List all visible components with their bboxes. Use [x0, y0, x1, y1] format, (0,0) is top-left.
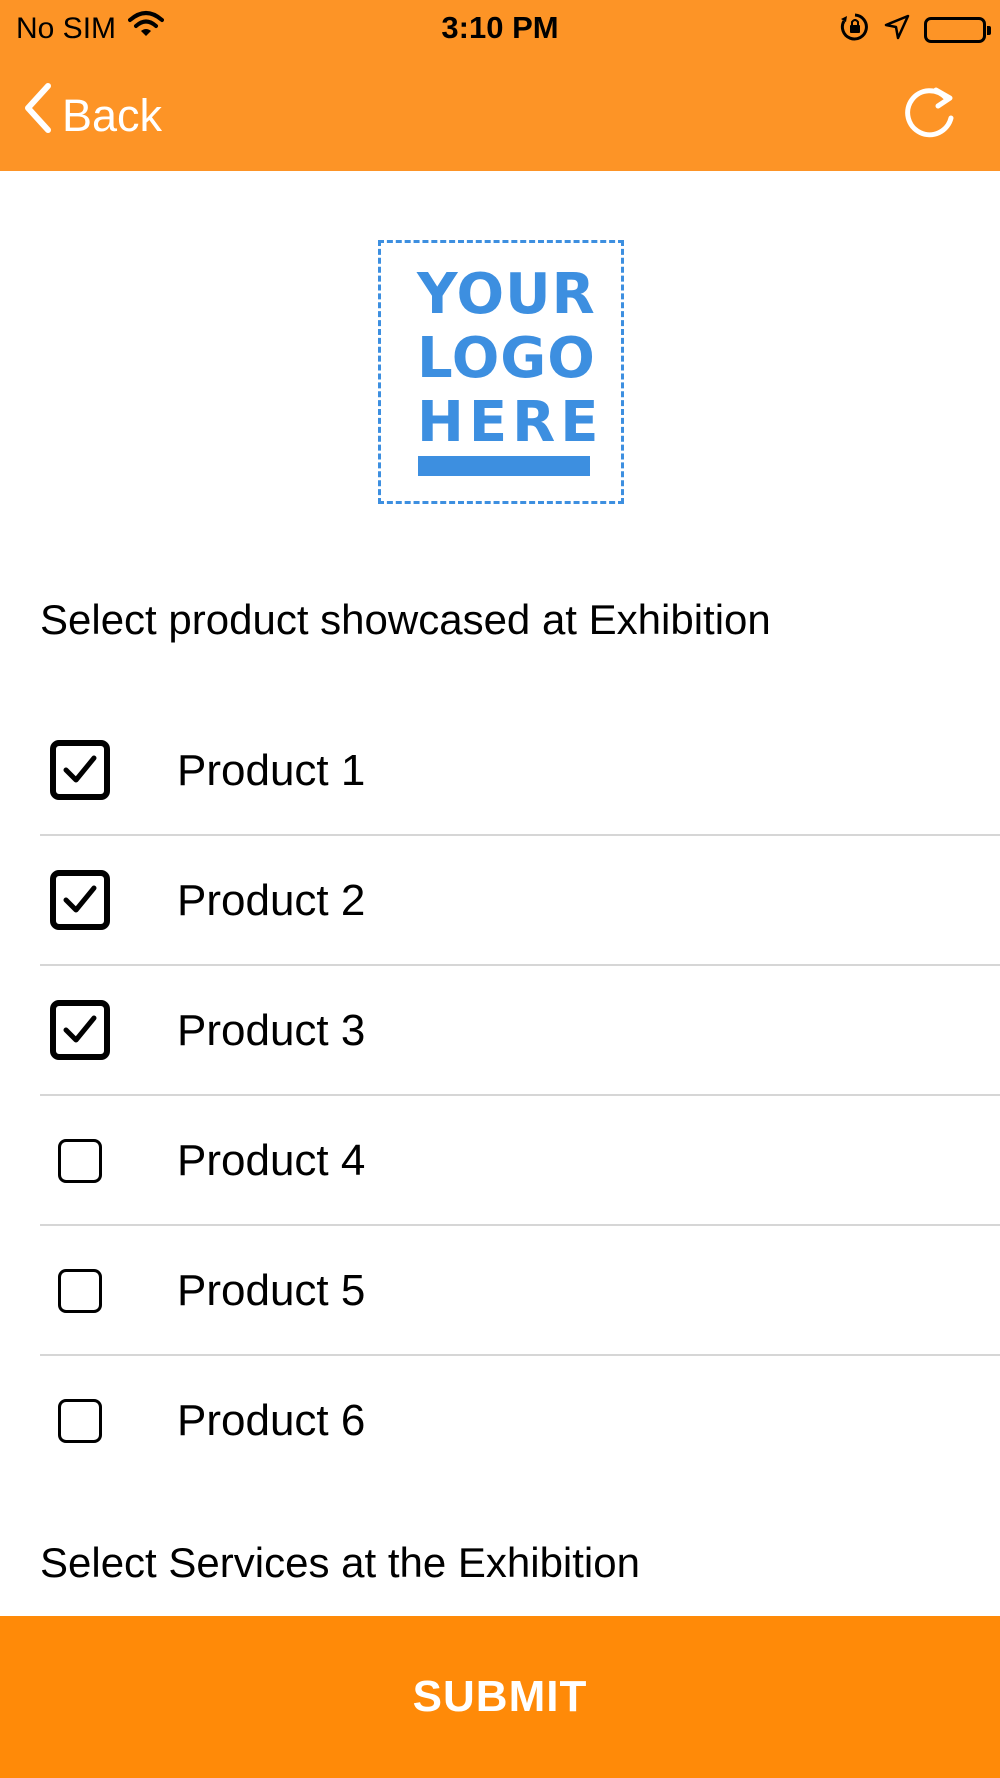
chevron-left-icon: [22, 82, 52, 149]
product-label: Product 1: [177, 746, 366, 795]
product-label: Product 5: [177, 1266, 366, 1315]
products-section-title: Select product showcased at Exhibition: [40, 596, 771, 643]
screen: No SIM 3:10 PM Back YOUR LOGO HERE Selec…: [0, 0, 1000, 1778]
product-row[interactable]: Product 3: [0, 966, 1000, 1096]
checkbox-checked[interactable]: [50, 870, 110, 930]
checkbox-unchecked[interactable]: [58, 1139, 102, 1183]
checkbox-unchecked[interactable]: [58, 1399, 102, 1443]
product-label: Product 3: [177, 1006, 366, 1055]
checkbox-checked[interactable]: [50, 1000, 110, 1060]
product-row[interactable]: Product 1: [0, 706, 1000, 836]
checkmark-icon: [63, 755, 97, 783]
company-logo: YOUR LOGO HERE: [378, 240, 624, 504]
product-label: Product 2: [177, 876, 366, 925]
logo-underline: [418, 456, 590, 476]
navigation-bar: Back: [0, 56, 1000, 171]
product-row[interactable]: Product 5: [0, 1226, 1000, 1356]
product-label: Product 6: [177, 1396, 366, 1445]
product-row[interactable]: Product 6: [0, 1356, 1000, 1486]
product-row[interactable]: Product 2: [0, 836, 1000, 966]
product-list: Product 1 Product 2 Product 3 Product 4 …: [0, 706, 1000, 1486]
product-label: Product 4: [177, 1136, 366, 1185]
checkbox-checked[interactable]: [50, 740, 110, 800]
checkmark-icon: [63, 1015, 97, 1043]
logo-line: LOGO: [417, 326, 596, 391]
status-bar: No SIM 3:10 PM: [0, 0, 1000, 56]
checkbox-unchecked[interactable]: [58, 1269, 102, 1313]
checkmark-icon: [63, 885, 97, 913]
location-arrow-icon: [884, 14, 910, 45]
logo-line: HERE: [417, 390, 604, 455]
refresh-button[interactable]: [900, 80, 960, 140]
status-icons: [840, 12, 991, 47]
orientation-lock-icon: [840, 12, 870, 47]
submit-button[interactable]: SUBMIT: [0, 1616, 1000, 1778]
battery-icon: [924, 16, 991, 43]
back-label: Back: [62, 89, 163, 141]
header: No SIM 3:10 PM Back: [0, 0, 1000, 171]
services-section-title: Select Services at the Exhibition: [40, 1539, 640, 1586]
logo-text: YOUR LOGO HERE: [417, 262, 604, 455]
product-row[interactable]: Product 4: [0, 1096, 1000, 1226]
back-button[interactable]: Back: [22, 82, 162, 149]
refresh-icon: [900, 87, 960, 144]
logo-line: YOUR: [417, 262, 596, 327]
